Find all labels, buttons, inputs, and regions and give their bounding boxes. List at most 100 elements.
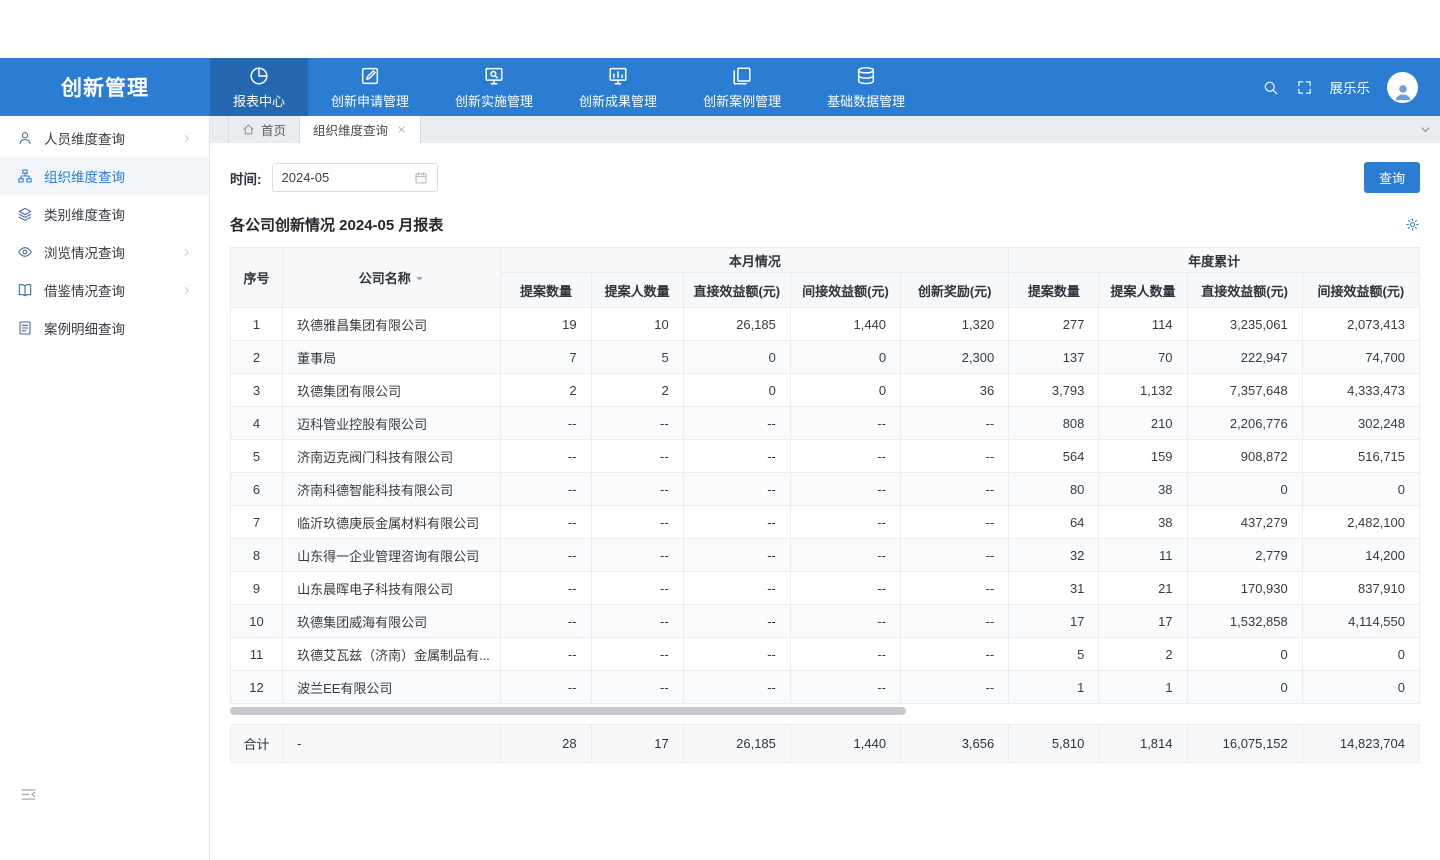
nav-item-base-data[interactable]: 基础数据管理	[804, 58, 928, 116]
search-icon[interactable]	[1262, 79, 1279, 96]
tab-org-dimension-query[interactable]: 组织维度查询	[300, 116, 421, 143]
value-cell: 1,532,858	[1187, 605, 1302, 638]
case-doc-icon	[17, 320, 33, 336]
value-cell: 70	[1099, 341, 1187, 374]
value-cell: 2,073,413	[1302, 308, 1419, 341]
sidebar-item-browse-query[interactable]: 浏览情况查询	[0, 233, 209, 271]
col-header: 提案人数量	[1099, 273, 1187, 308]
value-cell: 1	[1099, 671, 1187, 704]
value-cell: 2,779	[1187, 539, 1302, 572]
value-cell: 1,132	[1099, 374, 1187, 407]
value-cell: 137	[1009, 341, 1099, 374]
value-cell: --	[790, 605, 900, 638]
value-cell: --	[591, 605, 683, 638]
value-cell: --	[790, 440, 900, 473]
value-cell: --	[683, 605, 790, 638]
value-cell: 564	[1009, 440, 1099, 473]
sidebar-item-reference-query[interactable]: 借鉴情况查询	[0, 271, 209, 309]
table-row: 9山东晨晖电子科技有限公司----------3121170,930837,91…	[231, 572, 1420, 605]
form-edit-icon	[359, 65, 381, 87]
sidebar-item-category-query[interactable]: 类别维度查询	[0, 195, 209, 233]
col-header-company[interactable]: 公司名称	[283, 248, 501, 308]
nav-item-label: 创新成果管理	[579, 91, 657, 110]
scrollbar-thumb[interactable]	[230, 707, 906, 715]
time-label: 时间:	[230, 168, 262, 188]
value-cell: --	[591, 671, 683, 704]
tab-home[interactable]: 首页	[228, 116, 300, 143]
gear-icon[interactable]	[1405, 217, 1420, 232]
value-cell: --	[501, 605, 591, 638]
value-cell: --	[501, 407, 591, 440]
report-title-row: 各公司创新情况 2024-05 月报表	[230, 214, 1420, 235]
query-button[interactable]: 查询	[1364, 162, 1420, 193]
value-cell: 2,206,776	[1187, 407, 1302, 440]
value-cell: 36	[901, 374, 1009, 407]
value-cell: 1,320	[901, 308, 1009, 341]
nav-item-report-center[interactable]: 报表中心	[210, 58, 308, 116]
value-cell: --	[901, 506, 1009, 539]
sidebar-item-label: 类别维度查询	[44, 204, 192, 224]
company-cell: 迈科管业控股有限公司	[283, 407, 501, 440]
sidebar-item-person-query[interactable]: 人员维度查询	[0, 119, 209, 157]
value-cell: --	[901, 407, 1009, 440]
value-cell: 1	[1009, 671, 1099, 704]
value-cell: --	[501, 572, 591, 605]
sidebar-item-case-detail-query[interactable]: 案例明细查询	[0, 309, 209, 347]
value-cell: 170,930	[1187, 572, 1302, 605]
value-cell: 5,810	[1009, 725, 1099, 763]
company-cell: 玖德集团有限公司	[283, 374, 501, 407]
table-row: 6济南科德智能科技有限公司----------803800	[231, 473, 1420, 506]
sidebar-item-label: 组织维度查询	[44, 166, 192, 186]
value-cell: 14,200	[1302, 539, 1419, 572]
nav-item-innovation-implement[interactable]: 创新实施管理	[432, 58, 556, 116]
value-cell: 0	[1302, 671, 1419, 704]
table-row: 12波兰EE有限公司----------1100	[231, 671, 1420, 704]
close-icon[interactable]	[396, 124, 407, 135]
value-cell: 0	[1302, 473, 1419, 506]
sidebar-menu: 人员维度查询组织维度查询类别维度查询浏览情况查询借鉴情况查询案例明细查询	[0, 116, 209, 347]
value-cell: 2	[591, 374, 683, 407]
home-icon	[242, 123, 255, 136]
main-content: 时间: 2024-05 查询 各公司创新情况 2024-05 月报表 序号 公司…	[210, 143, 1440, 860]
value-cell: 2,300	[901, 341, 1009, 374]
value-cell: 11	[1099, 539, 1187, 572]
col-header: 直接效益额(元)	[683, 273, 790, 308]
user-name[interactable]: 展乐乐	[1330, 77, 1371, 97]
value-cell: --	[501, 638, 591, 671]
nav-item-innovation-apply[interactable]: 创新申请管理	[308, 58, 432, 116]
avatar[interactable]	[1387, 72, 1418, 103]
table-row: 3玖德集团有限公司2200363,7931,1327,357,6484,333,…	[231, 374, 1420, 407]
value-cell: 2,482,100	[1302, 506, 1419, 539]
nav-item-innovation-achievement[interactable]: 创新成果管理	[556, 58, 680, 116]
value-cell: 64	[1009, 506, 1099, 539]
index-cell: 11	[231, 638, 283, 671]
fullscreen-icon[interactable]	[1296, 79, 1313, 96]
value-cell: 0	[683, 374, 790, 407]
chevron-down-icon[interactable]	[1419, 123, 1432, 136]
value-cell: 32	[1009, 539, 1099, 572]
company-cell: 山东得一企业管理咨询有限公司	[283, 539, 501, 572]
col-header-index: 序号	[231, 248, 283, 308]
value-cell: 26,185	[683, 308, 790, 341]
value-cell: 4,114,550	[1302, 605, 1419, 638]
value-cell: --	[683, 407, 790, 440]
nav-item-innovation-case[interactable]: 创新案例管理	[680, 58, 804, 116]
value-cell: 3,793	[1009, 374, 1099, 407]
total-row-zone: 合计-281726,1851,4403,6565,8101,81416,075,…	[230, 724, 1420, 763]
value-cell: --	[790, 572, 900, 605]
value-cell: 38	[1099, 473, 1187, 506]
date-input[interactable]: 2024-05	[272, 163, 438, 192]
horizontal-scrollbar[interactable]	[230, 707, 1420, 715]
table-row: 10玖德集团威海有限公司----------17171,532,8584,114…	[231, 605, 1420, 638]
nav-item-label: 创新案例管理	[703, 91, 781, 110]
index-cell: 10	[231, 605, 283, 638]
app-header: 创新管理 报表中心创新申请管理创新实施管理创新成果管理创新案例管理基础数据管理 …	[0, 58, 1440, 116]
company-cell: 济南科德智能科技有限公司	[283, 473, 501, 506]
sidebar-item-org-query[interactable]: 组织维度查询	[0, 157, 209, 195]
value-cell: --	[501, 671, 591, 704]
chevron-right-icon	[181, 285, 192, 296]
sort-caret-icon[interactable]	[414, 273, 425, 284]
value-cell: --	[501, 539, 591, 572]
table-row: 4迈科管业控股有限公司----------8082102,206,776302,…	[231, 407, 1420, 440]
sidebar-collapse-icon[interactable]	[20, 786, 37, 803]
